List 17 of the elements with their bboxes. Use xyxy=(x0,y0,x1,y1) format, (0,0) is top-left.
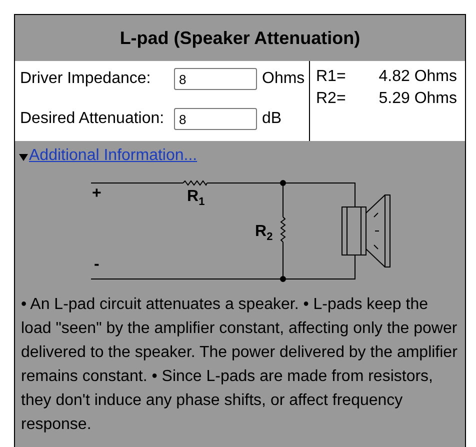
result-label: R2= xyxy=(316,90,346,108)
unit-label: dB xyxy=(262,110,282,128)
minus-label: - xyxy=(94,257,100,273)
field-label: Desired Attenuation: xyxy=(20,110,166,128)
disclosure-triangle-icon[interactable] xyxy=(19,154,28,160)
result-label: R1= xyxy=(316,68,346,86)
resistor-label: R$_{2}$ xyxy=(255,224,273,246)
result-value: 5.29 Ohms xyxy=(378,90,457,108)
input-field[interactable]: 8 xyxy=(174,68,257,90)
resistor-label: R$_{1}$ xyxy=(187,189,205,210)
plus-label: + xyxy=(92,186,102,202)
result-value: 4.82 Ohms xyxy=(378,68,457,86)
unit-label: Ohms xyxy=(262,70,305,88)
description-text: • An L-pad circuit attenuates a speaker. • L-pads keep the load "seen" by the amplifier constant, affecting only the power delivered to the speaker. The power delivered by the amplifier remains constant. • Since L-pads are made from resistors, they don't induce any phase shifts, or affect frequency response. xyxy=(20,295,458,435)
input-field[interactable]: 8 xyxy=(174,108,257,130)
speaker-icon xyxy=(342,194,390,268)
field-label: Driver Impedance: xyxy=(20,70,152,88)
